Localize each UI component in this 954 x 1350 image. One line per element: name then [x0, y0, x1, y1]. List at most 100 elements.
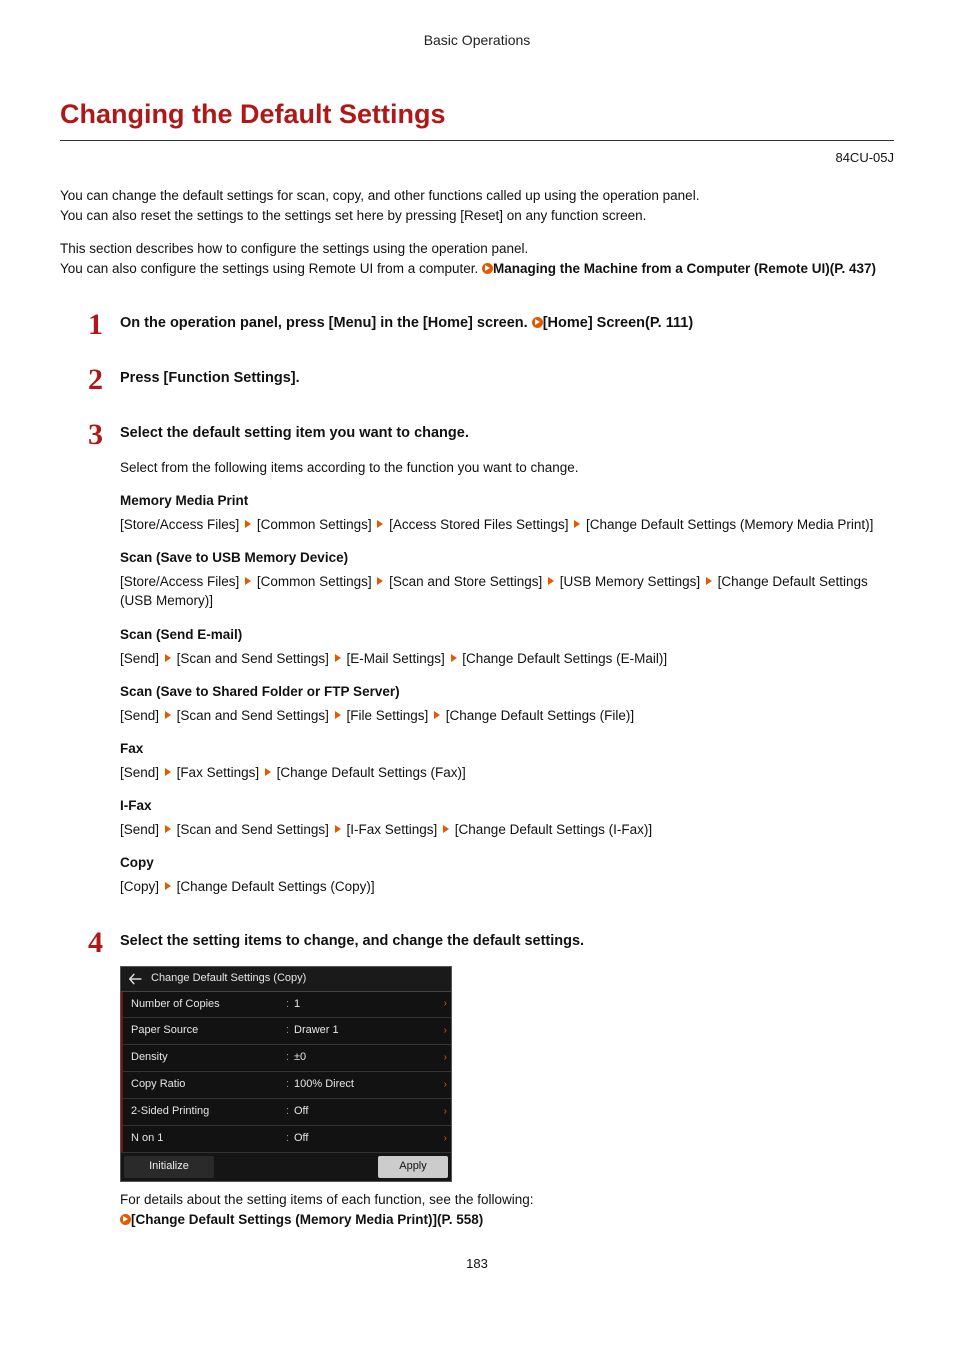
- chevron-right-icon: ›: [444, 1132, 447, 1147]
- link-icon: [532, 317, 543, 328]
- chevron-right-icon: [377, 520, 383, 528]
- chevron-right-icon: ›: [444, 1051, 447, 1066]
- link-icon: [120, 1214, 131, 1225]
- row-value: ±0: [294, 1050, 443, 1066]
- chevron-right-icon: [335, 711, 341, 719]
- path-part: [Change Default Settings (File)]: [446, 708, 634, 723]
- apply-button[interactable]: Apply: [378, 1156, 448, 1178]
- group-heading-copy: Copy: [120, 853, 894, 873]
- path-part: [Send]: [120, 708, 159, 723]
- step-4: 4 Select the setting items to change, an…: [60, 931, 894, 1230]
- link-icon: [482, 263, 493, 274]
- chevron-right-icon: ›: [444, 1105, 447, 1120]
- xref-home-screen[interactable]: [Home] Screen(P. 111): [543, 315, 693, 331]
- group-heading-scan-ftp: Scan (Save to Shared Folder or FTP Serve…: [120, 682, 894, 702]
- screenshot-title-text: Change Default Settings (Copy): [151, 971, 306, 987]
- chevron-right-icon: ›: [444, 997, 447, 1012]
- chevron-right-icon: [434, 711, 440, 719]
- table-row[interactable]: N on 1:Off›: [121, 1126, 451, 1153]
- path-scan-usb: [Store/Access Files] [Common Settings] […: [120, 572, 894, 611]
- chevron-right-icon: [377, 577, 383, 585]
- path-fax: [Send] [Fax Settings] [Change Default Se…: [120, 763, 894, 783]
- table-row[interactable]: Paper Source:Drawer 1›: [121, 1018, 451, 1045]
- path-part: [Change Default Settings (I-Fax)]: [455, 822, 652, 837]
- xref-change-default-memory-media[interactable]: [Change Default Settings (Memory Media P…: [131, 1212, 483, 1227]
- intro-line-3: This section describes how to configure …: [60, 241, 528, 256]
- chevron-right-icon: [548, 577, 554, 585]
- step-number: 3: [88, 413, 103, 457]
- table-row[interactable]: Copy Ratio:100% Direct›: [121, 1072, 451, 1099]
- row-value: 100% Direct: [294, 1077, 443, 1093]
- chevron-right-icon: [165, 882, 171, 890]
- step-3: 3 Select the default setting item you wa…: [60, 423, 894, 897]
- step-number: 1: [88, 303, 103, 347]
- chevron-right-icon: [335, 825, 341, 833]
- path-part: [Scan and Store Settings]: [389, 574, 542, 589]
- row-value: Off: [294, 1104, 443, 1120]
- group-heading-memory-media: Memory Media Print: [120, 491, 894, 511]
- step-number: 4: [88, 921, 103, 965]
- path-part: [E-Mail Settings]: [346, 651, 444, 666]
- row-label: N on 1: [131, 1131, 286, 1147]
- row-label: Density: [131, 1050, 286, 1066]
- group-heading-ifax: I-Fax: [120, 796, 894, 816]
- doc-code: 84CU-05J: [60, 149, 894, 168]
- chevron-right-icon: [165, 654, 171, 662]
- chevron-right-icon: [451, 654, 457, 662]
- path-part: [Change Default Settings (Memory Media P…: [586, 517, 873, 532]
- chevron-right-icon: [165, 825, 171, 833]
- path-part: [Store/Access Files]: [120, 574, 239, 589]
- path-part: [Send]: [120, 651, 159, 666]
- row-label: 2-Sided Printing: [131, 1104, 286, 1120]
- initialize-button[interactable]: Initialize: [124, 1156, 214, 1178]
- path-part: [File Settings]: [346, 708, 428, 723]
- path-part: [Send]: [120, 765, 159, 780]
- step-2: 2 Press [Function Settings].: [60, 368, 894, 389]
- xref-remote-ui[interactable]: Managing the Machine from a Computer (Re…: [493, 261, 876, 276]
- screenshot-titlebar: Change Default Settings (Copy): [121, 967, 451, 992]
- step-3-title: Select the default setting item you want…: [120, 423, 894, 444]
- chevron-right-icon: [335, 654, 341, 662]
- path-part: [Fax Settings]: [177, 765, 260, 780]
- chevron-right-icon: [165, 768, 171, 776]
- chevron-right-icon: [443, 825, 449, 833]
- path-scan-email: [Send] [Scan and Send Settings] [E-Mail …: [120, 649, 894, 669]
- chevron-right-icon: [245, 577, 251, 585]
- table-row[interactable]: 2-Sided Printing:Off›: [121, 1099, 451, 1126]
- path-part: [Scan and Send Settings]: [177, 708, 329, 723]
- row-label: Copy Ratio: [131, 1077, 286, 1093]
- step-4-footnote: For details about the setting items of e…: [120, 1192, 534, 1207]
- step-4-title: Select the setting items to change, and …: [120, 931, 894, 952]
- group-heading-scan-email: Scan (Send E-mail): [120, 625, 894, 645]
- path-part: [Change Default Settings (Copy)]: [177, 879, 375, 894]
- step-1-title: On the operation panel, press [Menu] in …: [120, 315, 532, 331]
- intro-block: You can change the default settings for …: [60, 186, 894, 278]
- path-part: [Change Default Settings (Fax)]: [277, 765, 466, 780]
- table-row[interactable]: Density:±0›: [121, 1045, 451, 1072]
- table-row[interactable]: Number of Copies:1›: [121, 992, 451, 1019]
- group-heading-fax: Fax: [120, 739, 894, 759]
- path-part: [USB Memory Settings]: [560, 574, 700, 589]
- chevron-right-icon: [245, 520, 251, 528]
- path-part: [Common Settings]: [257, 517, 372, 532]
- intro-line-1: You can change the default settings for …: [60, 188, 699, 203]
- row-value: Off: [294, 1131, 443, 1147]
- chevron-right-icon: ›: [444, 1078, 447, 1093]
- section-header: Basic Operations: [60, 30, 894, 50]
- chevron-right-icon: [574, 520, 580, 528]
- step-1: 1 On the operation panel, press [Menu] i…: [60, 313, 894, 334]
- screenshot-footer: Initialize Apply: [121, 1153, 451, 1181]
- path-part: [Scan and Send Settings]: [177, 651, 329, 666]
- path-part: [Common Settings]: [257, 574, 372, 589]
- path-scan-ftp: [Send] [Scan and Send Settings] [File Se…: [120, 706, 894, 726]
- path-part: [Copy]: [120, 879, 159, 894]
- chevron-right-icon: [165, 711, 171, 719]
- chevron-right-icon: ›: [444, 1024, 447, 1039]
- path-part: [Scan and Send Settings]: [177, 822, 329, 837]
- chevron-right-icon: [265, 768, 271, 776]
- chevron-right-icon: [706, 577, 712, 585]
- back-icon[interactable]: [127, 972, 143, 985]
- row-label: Paper Source: [131, 1023, 286, 1039]
- row-label: Number of Copies: [131, 997, 286, 1013]
- intro-line-2: You can also reset the settings to the s…: [60, 208, 646, 223]
